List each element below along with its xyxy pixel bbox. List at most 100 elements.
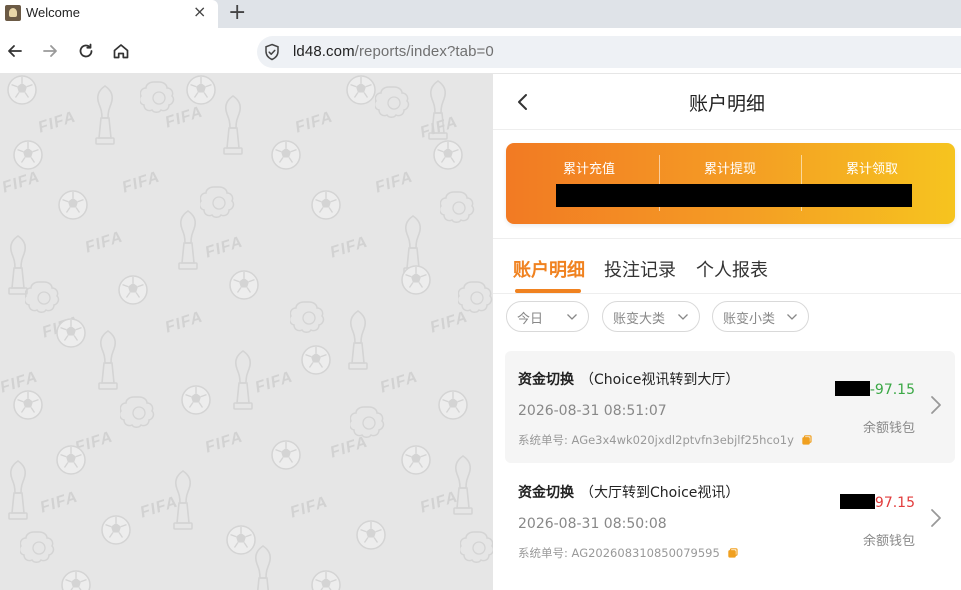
amount-value: -97.15 (869, 382, 915, 398)
chevron-right-icon[interactable] (929, 507, 943, 529)
soccer-ball-icon (400, 444, 432, 480)
emblem-icon (18, 529, 58, 571)
filter-subcategory-select[interactable]: 账变小类 (712, 301, 809, 332)
chevron-down-icon (567, 314, 577, 320)
summary-card: 累计充值 累计提现 累计领取 (506, 143, 955, 224)
record-card[interactable]: 资金切换 （大厅转到Choice视讯） 2026-08-31 08:50:08 系… (505, 464, 955, 576)
record-card[interactable]: 资金切换 （Choice视讯转到大厅） 2026-08-31 08:51:07 系… (505, 351, 955, 463)
trophy-icon (175, 209, 201, 275)
record-order: 系统单号: AG202608310850079595 (518, 545, 738, 561)
soccer-ball-icon (12, 139, 44, 175)
close-tab-icon[interactable]: × (193, 3, 206, 21)
home-icon[interactable] (111, 41, 131, 61)
record-amount: 97.15 (839, 494, 915, 511)
page-title: 账户明细 (688, 93, 765, 115)
fifa-watermark-text: FIFA (83, 228, 126, 257)
soccer-ball-icon (345, 74, 377, 110)
soccer-ball-icon (185, 74, 217, 110)
total-deposit-label: 累计充值 (562, 162, 615, 177)
trophy-icon (250, 544, 276, 590)
chevron-right-icon[interactable] (929, 394, 943, 416)
record-type: 资金切换 (518, 372, 574, 388)
fifa-watermark-text: FIFA (293, 108, 336, 137)
fifa-watermark-text: FIFA (120, 168, 163, 197)
account-details-panel: 账户明细 累计充值 累计提现 累计领取 账户明细 投注记录 个人报表 今日 账变… (493, 74, 961, 590)
filter-subcategory-label: 账变小类 (723, 312, 776, 327)
fifa-watermark-text: FIFA (203, 233, 246, 262)
soccer-ball-icon (228, 269, 260, 305)
fifa-watermark-text: FIFA (378, 368, 421, 397)
soccer-ball-icon (270, 439, 302, 475)
emblem-icon (458, 529, 493, 571)
trophy-icon (95, 329, 121, 395)
reload-icon[interactable] (76, 41, 96, 61)
record-title: 资金切换 （大厅转到Choice视讯） (518, 482, 739, 502)
record-time: 2026-08-31 08:51:07 (518, 403, 667, 419)
browser-tab[interactable]: Welcome × (0, 0, 218, 28)
record-title: 资金切换 （Choice视讯转到大厅） (518, 369, 739, 389)
record-wallet: 余额钱包 (862, 421, 915, 436)
soccer-ball-icon (355, 519, 387, 555)
address-bar[interactable]: ld48.com/reports/index?tab=0 (257, 36, 961, 68)
filter-category-select[interactable]: 账变大类 (602, 301, 700, 332)
soccer-ball-icon (180, 384, 212, 420)
total-withdraw-label: 累计提现 (703, 162, 756, 177)
forward-arrow-icon[interactable] (40, 41, 60, 61)
emblem-icon (198, 184, 238, 226)
soccer-ball-icon (300, 344, 332, 380)
url-text: ld48.com/reports/index?tab=0 (293, 43, 494, 60)
panel-header: 账户明细 (493, 74, 961, 130)
soccer-ball-icon (6, 74, 38, 110)
redacted-totals (556, 184, 912, 207)
fifa-watermark-text: FIFA (288, 493, 331, 522)
soccer-ball-icon (60, 569, 92, 590)
copy-icon[interactable] (802, 435, 812, 445)
trophy-icon (5, 459, 31, 525)
site-info-shield-icon[interactable] (263, 43, 281, 61)
record-order: 系统单号: AGe3x4wk020jxdl2ptvfn3ebjlf25hco1y (518, 432, 812, 448)
emblem-icon (373, 84, 413, 126)
emblem-icon (438, 189, 478, 231)
fifa-watermark-text: FIFA (203, 428, 246, 457)
soccer-ball-icon (12, 389, 44, 425)
trophy-icon (220, 94, 246, 160)
redacted-amount (839, 494, 875, 509)
emblem-icon (288, 299, 328, 341)
soccer-ball-icon (310, 569, 342, 590)
fifa-watermark-text: FIFA (253, 368, 296, 397)
filter-category-label: 账变大类 (613, 312, 666, 327)
fifa-watermark-text: FIFA (428, 308, 471, 337)
tab-bet-records[interactable]: 投注记录 (604, 256, 676, 282)
fifa-watermark-text: FIFA (328, 433, 371, 462)
trophy-icon (230, 349, 256, 415)
tab-personal-report[interactable]: 个人报表 (696, 256, 768, 282)
active-tab-indicator (515, 289, 581, 293)
back-arrow-icon[interactable] (5, 41, 25, 61)
soccer-ball-icon (270, 139, 302, 175)
fifa-watermark-text: FIFA (0, 168, 43, 197)
fifa-watermark-text: FIFA (38, 488, 81, 517)
browser-tab-bar: Welcome × + (0, 0, 961, 28)
browser-toolbar: ld48.com/reports/index?tab=0 (0, 28, 961, 74)
record-detail: （Choice视讯转到大厅） (580, 372, 740, 388)
amount-value: 97.15 (874, 495, 915, 511)
trophy-icon (345, 309, 371, 375)
filter-date-select[interactable]: 今日 (506, 301, 589, 332)
copy-icon[interactable] (728, 548, 738, 558)
order-number: AG202608310850079595 (571, 546, 720, 560)
fifa-watermark-text: FIFA (328, 233, 371, 262)
trophy-icon (450, 454, 476, 520)
background-pattern: FIFA FIFA FIFA FIFA FIFA FIFA FIFA FIFA FIFA FIFA… (0, 74, 493, 590)
new-tab-button[interactable]: + (228, 0, 246, 26)
tab-account-details[interactable]: 账户明细 (513, 256, 585, 282)
record-type: 资金切换 (518, 485, 574, 501)
total-claimed-label: 累计领取 (845, 162, 898, 177)
soccer-ball-icon (310, 189, 342, 225)
soccer-ball-icon (432, 139, 464, 175)
soccer-ball-icon (55, 444, 87, 480)
chevron-down-icon (678, 314, 688, 320)
trophy-icon (92, 84, 118, 150)
record-detail: （大厅转到Choice视讯） (580, 485, 740, 501)
soccer-ball-icon (117, 274, 149, 310)
soccer-ball-icon (57, 189, 89, 225)
